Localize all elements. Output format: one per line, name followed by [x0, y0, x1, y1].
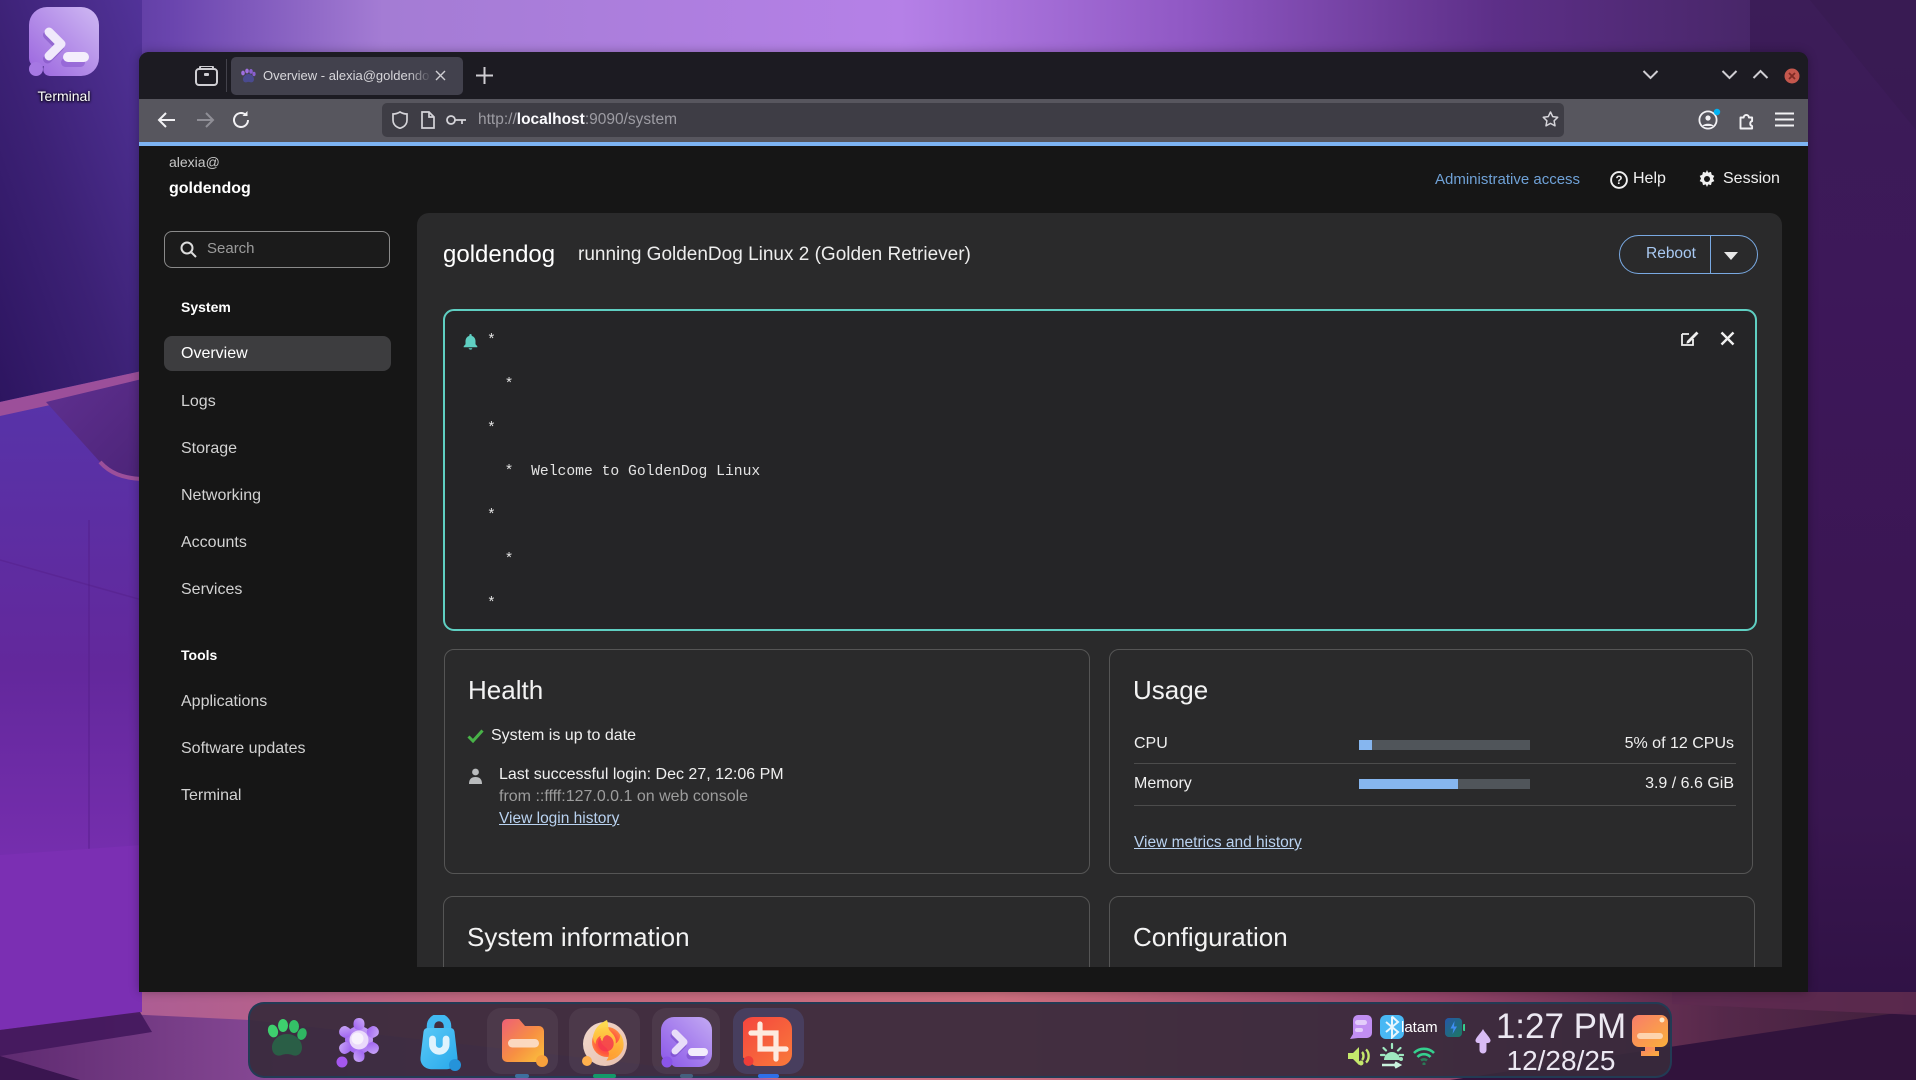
svg-text:?: ? — [1615, 175, 1622, 187]
